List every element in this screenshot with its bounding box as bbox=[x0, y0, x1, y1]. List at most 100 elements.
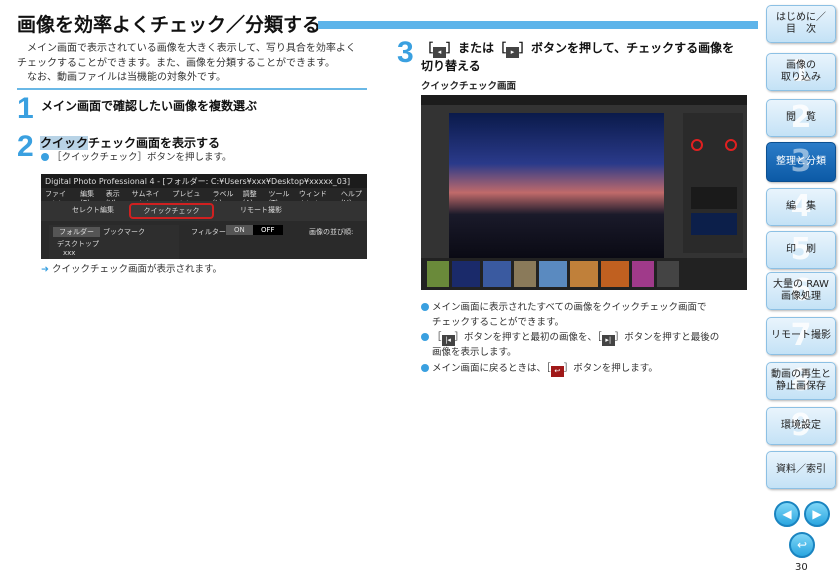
sidebar-item-import[interactable]: 1 画像の 取り込み bbox=[766, 53, 836, 91]
bullet-dot-icon bbox=[421, 364, 429, 372]
menu-item[interactable]: ラベル(L) bbox=[212, 189, 233, 207]
thumbnail-strip bbox=[421, 258, 747, 290]
sidebar-item-batch-raw[interactable]: 6 大量の RAW 画像処理 bbox=[766, 272, 836, 310]
bullet-dot-icon bbox=[421, 303, 429, 311]
text: ］ボタンを押します。 bbox=[563, 363, 658, 374]
menu-item[interactable]: ツール(T) bbox=[268, 189, 289, 207]
sidebar-item-label: はじめに／ 目 次 bbox=[776, 12, 826, 35]
sidebar-item-label: 大量の RAW 画像処理 bbox=[773, 279, 829, 302]
step-heading: クイックチェック画面を表示する bbox=[40, 134, 220, 151]
tree-item[interactable]: デスクトップ bbox=[57, 239, 99, 249]
menu-item[interactable]: 表示(V) bbox=[106, 189, 123, 207]
return-icon: ↩ bbox=[550, 366, 564, 377]
bullet: ［クイックチェック］ボタンを押します。 bbox=[41, 151, 232, 166]
tab-remote-shooting[interactable]: リモート撮影 bbox=[221, 205, 301, 215]
sidebar-item-label: リモート撮影 bbox=[771, 330, 831, 341]
dpp-menu-bar: ファイル(F) 編集(E) 表示(V) サムネイル(N) プレビュー(P) ラベル(L) 調… bbox=[41, 188, 367, 208]
last-image-icon: ▸| bbox=[601, 335, 615, 346]
next-page-button[interactable]: ▶ bbox=[804, 501, 830, 527]
side-panel bbox=[683, 113, 743, 253]
sidebar-item-print[interactable]: 5印 刷 bbox=[766, 231, 836, 269]
text: ］ボタンを押すと最後の bbox=[614, 332, 720, 343]
back-button[interactable]: ↩ bbox=[789, 532, 815, 558]
quick-check-screenshot bbox=[421, 95, 747, 290]
intro-line: メイン画面で表示されている画像を大きく表示して、写り具合を効率よく bbox=[27, 43, 356, 54]
first-image-icon: |◂ bbox=[441, 335, 455, 346]
sidebar-item-edit[interactable]: 4編 集 bbox=[766, 188, 836, 226]
sidebar-item-preferences[interactable]: 9 環境設定 bbox=[766, 407, 836, 445]
step-number: 1 bbox=[17, 92, 34, 125]
menu-item[interactable]: ヘルプ(H) bbox=[341, 189, 363, 207]
panel-tab-folder[interactable]: フォルダー bbox=[53, 227, 100, 237]
step-number: 3 bbox=[397, 36, 414, 69]
page-number: 30 bbox=[795, 562, 808, 573]
bullet: ［ |◂ ］ボタンを押すと最初の画像を、［ ▸| ］ボタンを押すと最後の画像を表示します… bbox=[421, 331, 751, 361]
text: チェックすることができます。 bbox=[432, 316, 565, 328]
sidebar-item-label: 動画の再生と 静止画保存 bbox=[771, 369, 831, 392]
dpp-window-title: Digital Photo Professional 4 - [フォルダー: C… bbox=[41, 174, 367, 188]
quick-check-button[interactable]: クイックチェック bbox=[129, 203, 214, 219]
result-label: クイックチェック画面が表示されます。 bbox=[51, 264, 223, 275]
text: ［ bbox=[432, 332, 442, 343]
menu-item[interactable]: サムネイル(N) bbox=[132, 189, 164, 208]
menu-item[interactable]: プレビュー(P) bbox=[172, 189, 203, 208]
filter-on[interactable]: ON bbox=[226, 225, 253, 235]
tree-item[interactable]: xxx bbox=[63, 249, 75, 257]
intro-line: チェックすることができます。また、画像を分類することができます。 bbox=[17, 57, 335, 69]
panel-tab-bookmark[interactable]: ブックマーク bbox=[97, 227, 151, 237]
menu-item[interactable]: 調整(A) bbox=[243, 189, 260, 207]
bullet-dot-icon bbox=[41, 153, 49, 161]
text: ］ボタンを押して、チェックする画像を bbox=[519, 41, 735, 55]
sidebar-item-organize[interactable]: 3 整理と分類 bbox=[766, 142, 836, 182]
sidebar-item-label: 整理と分類 bbox=[776, 156, 826, 167]
dpp-main-screenshot: Digital Photo Professional 4 - [フォルダー: C… bbox=[41, 174, 367, 259]
sidebar-item-intro[interactable]: はじめに／ 目 次 bbox=[766, 5, 836, 43]
bullet-dot-icon bbox=[421, 333, 429, 341]
previous-image-icon: ◂ bbox=[433, 47, 447, 58]
triangle-right-icon: ▶ bbox=[812, 507, 822, 521]
next-image-icon: ▸ bbox=[506, 47, 520, 58]
step-heading: ［ ◂ ］または［ ▸ ］ボタンを押して、チェックする画像を切り替える bbox=[421, 40, 751, 75]
highlight: クイック bbox=[40, 136, 89, 150]
sidebar-item-movie[interactable]: 8 動画の再生と 静止画保存 bbox=[766, 362, 836, 400]
sidebar-item-view[interactable]: 2閲 覧 bbox=[766, 99, 836, 137]
filter-off[interactable]: OFF bbox=[253, 225, 283, 235]
return-arrow-icon: ↩ bbox=[796, 538, 808, 552]
bullet: メイン画面に戻るときは、［ ↩ ］ボタンを押します。 bbox=[421, 362, 751, 377]
page-title: 画像を効率よくチェック／分類する bbox=[17, 14, 322, 36]
menu-item[interactable]: ファイル(F) bbox=[45, 189, 71, 208]
bullet: メイン画面に表示されたすべての画像をクイックチェック画面で チェックすることができ… bbox=[421, 301, 751, 330]
sidebar-item-label: 資料／索引 bbox=[776, 464, 826, 475]
divider bbox=[17, 88, 367, 90]
tab-select-edit[interactable]: セレクト編集 bbox=[53, 205, 133, 215]
preview-photo bbox=[449, 113, 664, 258]
arrow-icon: ➜ bbox=[41, 264, 52, 275]
text: 画像を表示します。 bbox=[432, 347, 517, 358]
sidebar-item-label: 閲 覧 bbox=[786, 112, 816, 123]
intro-text: メイン画面で表示されている画像を大きく表示して、写り具合を効率よく チェックする… bbox=[17, 42, 367, 86]
triangle-left-icon: ◀ bbox=[782, 507, 792, 521]
title-bar-decoration bbox=[318, 21, 758, 29]
result-text: ➜ クイックチェック画面が表示されます。 bbox=[41, 263, 222, 278]
intro-line: なお、動画ファイルは当機能の対象外です。 bbox=[27, 72, 226, 83]
sort-label: 画像の並び順: bbox=[309, 228, 354, 236]
text: ］または［ bbox=[446, 41, 507, 55]
text: メイン画面に戻るときは、［ bbox=[432, 363, 551, 374]
bullet-text: ［クイックチェック］ボタンを押します。 bbox=[52, 152, 232, 163]
sidebar-item-label: 環境設定 bbox=[781, 420, 821, 431]
sidebar-item-reference[interactable]: 資料／索引 bbox=[766, 451, 836, 489]
text: ］ボタンを押すと最初の画像を、［ bbox=[454, 332, 602, 343]
filter-label: フィルター bbox=[191, 228, 226, 236]
text: メイン画面に表示されたすべての画像をクイックチェック画面で bbox=[432, 302, 707, 313]
sidebar-item-label: 画像の 取り込み bbox=[781, 60, 821, 83]
screenshot-caption: クイックチェック画面 bbox=[421, 81, 517, 92]
sidebar-item-remote[interactable]: 7 リモート撮影 bbox=[766, 317, 836, 355]
prev-page-button[interactable]: ◀ bbox=[774, 501, 800, 527]
menu-item[interactable]: 編集(E) bbox=[80, 189, 97, 207]
menu-item[interactable]: ウィンドウ(W) bbox=[299, 189, 332, 208]
text: ［ bbox=[421, 41, 434, 55]
step-heading: メイン画面で確認したい画像を複数選ぶ bbox=[41, 99, 258, 113]
heading-rest: チェック画面を表示する bbox=[88, 136, 221, 150]
text: 切り替える bbox=[421, 59, 481, 73]
sidebar-item-label: 編 集 bbox=[786, 201, 816, 212]
